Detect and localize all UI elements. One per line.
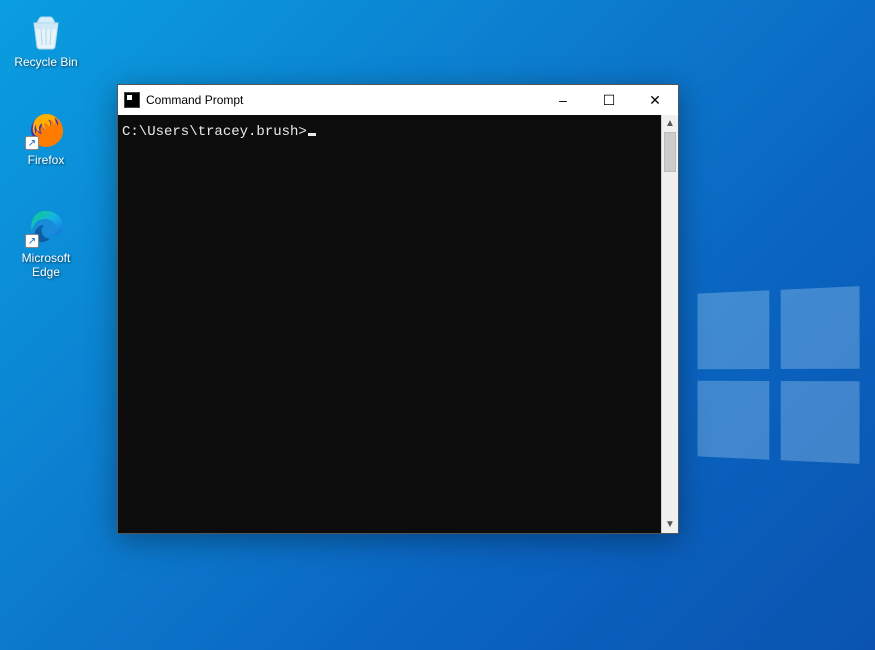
maximize-glyph: ☐ xyxy=(603,92,616,109)
titlebar[interactable]: Command Prompt – ☐ ✕ xyxy=(118,85,678,115)
close-button[interactable]: ✕ xyxy=(632,85,678,115)
desktop-icon-recycle-bin[interactable]: Recycle Bin xyxy=(8,10,84,70)
scroll-down-button[interactable]: ▼ xyxy=(662,516,678,533)
scroll-up-button[interactable]: ▲ xyxy=(662,115,678,132)
command-prompt-window[interactable]: Command Prompt – ☐ ✕ C:\Users\tracey.bru… xyxy=(117,84,679,534)
cmd-icon xyxy=(124,92,140,108)
window-title: Command Prompt xyxy=(146,93,243,107)
terminal-output[interactable]: C:\Users\tracey.brush> xyxy=(118,115,661,533)
minimize-button[interactable]: – xyxy=(540,85,586,115)
window-client-area: C:\Users\tracey.brush> ▲ ▼ xyxy=(118,115,678,533)
desktop-icon-label: Firefox xyxy=(8,154,84,168)
close-glyph: ✕ xyxy=(649,92,661,109)
vertical-scrollbar[interactable]: ▲ ▼ xyxy=(661,115,678,533)
terminal-cursor xyxy=(308,133,316,136)
desktop-icon-microsoft-edge[interactable]: ↗ Microsoft Edge xyxy=(8,206,84,280)
window-controls: – ☐ ✕ xyxy=(540,85,678,115)
recycle-bin-icon xyxy=(25,10,67,52)
chevron-up-icon: ▲ xyxy=(665,118,675,129)
firefox-icon: ↗ xyxy=(25,108,67,150)
scrollbar-thumb[interactable] xyxy=(664,132,676,172)
maximize-button[interactable]: ☐ xyxy=(586,85,632,115)
shortcut-overlay-icon: ↗ xyxy=(25,234,39,248)
minimize-glyph: – xyxy=(559,92,567,108)
desktop-icon-label: Recycle Bin xyxy=(8,56,84,70)
desktop-icon-firefox[interactable]: ↗ Firefox xyxy=(8,108,84,168)
chevron-down-icon: ▼ xyxy=(665,519,675,530)
shortcut-overlay-icon: ↗ xyxy=(25,136,39,150)
scrollbar-track[interactable] xyxy=(662,132,678,516)
terminal-prompt: C:\Users\tracey.brush> xyxy=(122,124,307,140)
wallpaper-windows-logo xyxy=(698,286,860,464)
desktop-icon-label: Microsoft Edge xyxy=(8,252,84,280)
edge-icon: ↗ xyxy=(25,206,67,248)
